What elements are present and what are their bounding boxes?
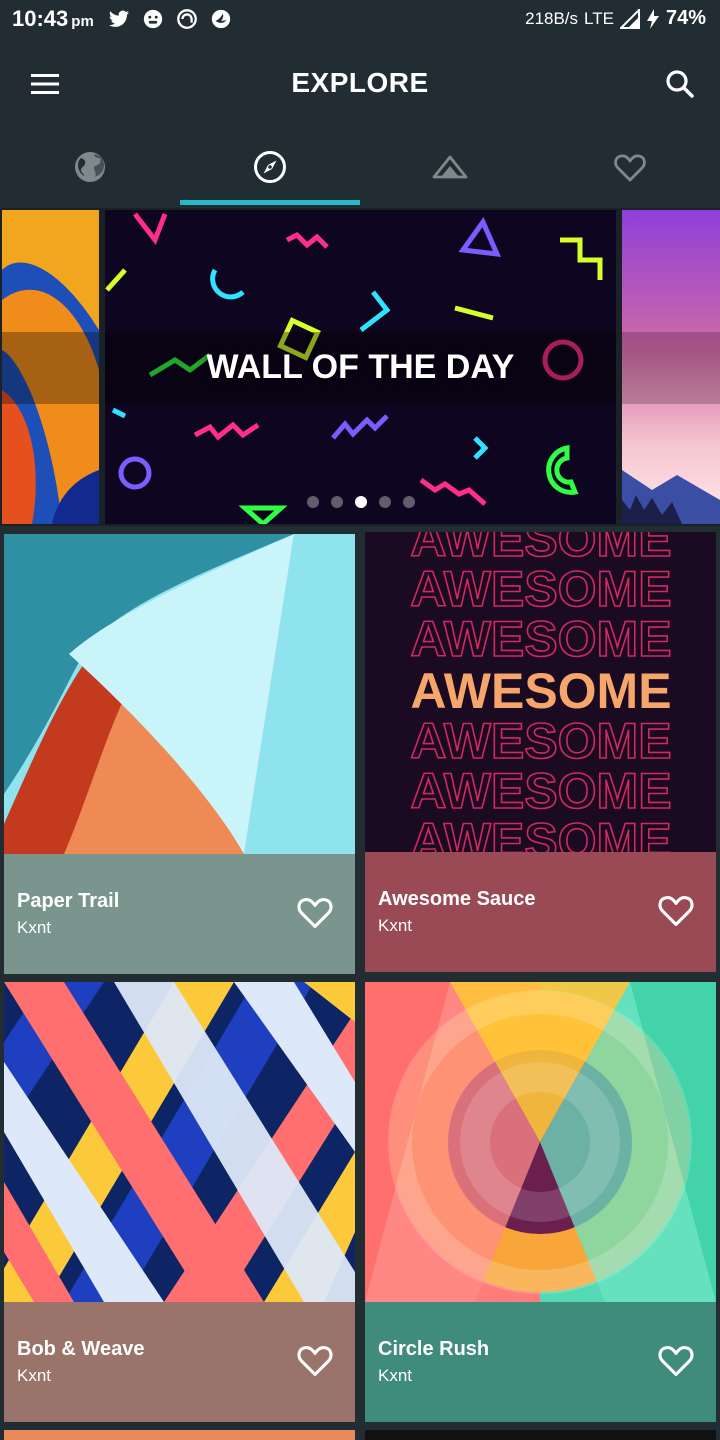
status-time-value: 10:43 [12, 6, 69, 31]
wallpaper-card[interactable]: Circle Rush Kxnt [365, 982, 716, 1422]
tab-bar [0, 128, 720, 206]
page-title: EXPLORE [291, 67, 429, 98]
tab-compass[interactable] [180, 128, 360, 206]
carousel-dot-3[interactable] [354, 496, 367, 508]
next-row-card-left[interactable] [4, 1430, 355, 1440]
next-row-card-right[interactable] [365, 1430, 716, 1440]
wallpaper-name: Bob & Weave [17, 1338, 145, 1360]
compass-icon [254, 151, 286, 183]
wallpaper-info: Circle Rush Kxnt [365, 1302, 716, 1422]
wallpaper-author: Kxnt [378, 916, 413, 935]
wallpaper-author: Kxnt [17, 918, 52, 937]
wallpaper-name: Paper Trail [17, 890, 120, 912]
tab-indicator [180, 200, 360, 205]
search-icon[interactable] [658, 62, 702, 106]
face-icon [143, 9, 163, 29]
status-right: 218B/s LTE 74% [525, 7, 706, 30]
wallpaper-thumbnail[interactable] [4, 534, 355, 854]
status-notification-icons [108, 8, 232, 30]
charging-icon [646, 8, 659, 29]
wall-of-the-day-carousel[interactable]: WALL OF THE DAY [0, 208, 720, 526]
awesome-word-highlight: AWESOME [410, 663, 671, 719]
wall-of-the-day-title: WALL OF THE DAY [206, 348, 515, 386]
app-bar: EXPLORE [0, 40, 720, 128]
wallpaper-info: Bob & Weave Kxnt [4, 1302, 355, 1422]
favorite-heart-icon[interactable] [295, 892, 335, 932]
status-time: 10:43 pm [12, 6, 94, 32]
wallpaper-author: Kxnt [17, 1366, 52, 1385]
awesome-word-5: AWESOME [410, 713, 671, 769]
circle-rush-art [365, 982, 716, 1302]
awesome-word-2: AWESOME [410, 561, 671, 617]
awesome-word-7: AWESOME [410, 813, 671, 852]
prev-wallpaper-art [2, 210, 99, 524]
wallpaper-name: Awesome Sauce [378, 888, 536, 910]
carousel-prev-wallpaper[interactable] [2, 210, 99, 524]
carousel-dot-2[interactable] [330, 496, 343, 508]
vpn-icon [177, 9, 197, 29]
signal-icon [619, 8, 640, 29]
wall-of-the-day-hero[interactable]: WALL OF THE DAY [105, 210, 616, 524]
wallpaper-thumbnail[interactable] [365, 982, 716, 1302]
wallpaper-card[interactable]: Paper Trail Kxnt [4, 534, 355, 974]
carousel-dot-4[interactable] [378, 496, 391, 508]
carousel-dot-5[interactable] [402, 496, 415, 508]
wallpaper-author: Kxnt [378, 1366, 413, 1385]
next-wallpaper-art [622, 210, 720, 524]
heart-icon [614, 154, 646, 182]
favorite-heart-icon[interactable] [656, 890, 696, 930]
carousel-dot-1[interactable] [306, 496, 319, 508]
status-bar: 10:43 pm 218B/s LTE 74% [0, 0, 720, 40]
wallpaper-info: Awesome Sauce Kxnt [365, 852, 716, 972]
status-time-ampm: pm [71, 13, 94, 30]
network-speed: 218B/s [525, 8, 579, 28]
tab-mountain[interactable] [360, 128, 540, 206]
wallpaper-info: Paper Trail Kxnt [4, 854, 355, 974]
network-type: LTE [584, 8, 614, 28]
wallpaper-card[interactable]: Bob & Weave Kxnt [4, 982, 355, 1422]
bob-and-weave-art [4, 982, 355, 1302]
paper-trail-art [4, 534, 355, 854]
awesome-sauce-art: AWESOME AWESOME AWESOME AWESOME AWESOME … [365, 532, 716, 852]
tab-favorites[interactable] [540, 128, 720, 206]
wallpaper-thumbnail[interactable]: AWESOME AWESOME AWESOME AWESOME AWESOME … [365, 532, 716, 852]
awesome-word-3: AWESOME [410, 611, 671, 667]
twitter-icon [108, 10, 130, 27]
mountain-icon [432, 155, 468, 179]
wallpaper-name: Circle Rush [378, 1338, 490, 1360]
awesome-word-6: AWESOME [410, 763, 671, 819]
battery-percent: 74% [665, 7, 706, 29]
app-icon [211, 9, 231, 29]
globe-icon [75, 152, 105, 182]
favorite-heart-icon[interactable] [656, 1340, 696, 1380]
wallpaper-thumbnail[interactable] [4, 982, 355, 1302]
carousel-next-wallpaper[interactable] [622, 210, 720, 524]
carousel-page-indicator [105, 496, 616, 508]
wallpaper-card[interactable]: AWESOME AWESOME AWESOME AWESOME AWESOME … [365, 532, 716, 972]
tab-globe[interactable] [0, 128, 180, 206]
favorite-heart-icon[interactable] [295, 1340, 335, 1380]
